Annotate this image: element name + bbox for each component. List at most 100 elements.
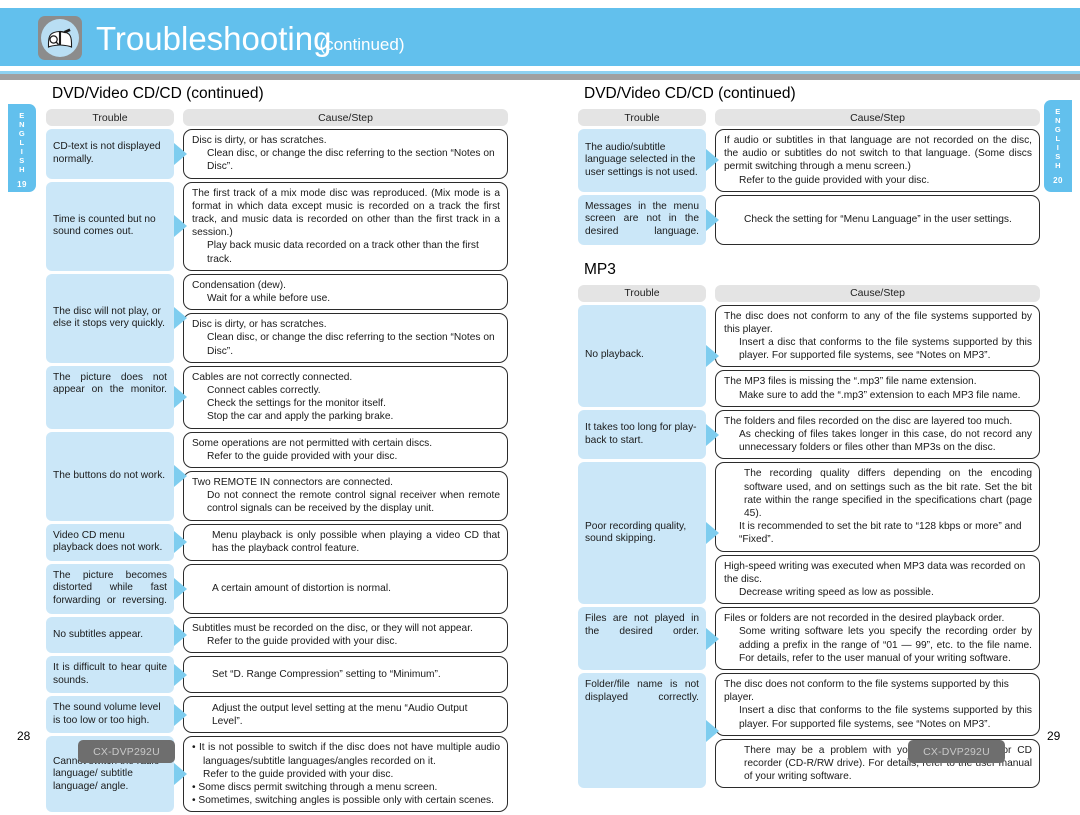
table-row: CD-text is not displayed normally. Disc i… [46,129,508,179]
cause-line: Files or folders are not recorded in the… [724,613,1005,625]
table-row: The picture becomes distorted while fast… [46,563,508,614]
side-tab-letter: L [1055,134,1061,143]
trouble-cell: Video CD menu playback does not work. [46,523,174,561]
cause-line: Insert a disc that conforms to the file … [739,337,1032,362]
cause-column: The disc does not conform to any of the … [715,304,1040,407]
table-row: It is difficult to hear quite sounds. Set… [46,656,508,694]
row-arrow-column [174,182,187,271]
table-row: The disc will not play, or else it stops… [46,273,508,363]
side-tab-letter: N [19,120,25,129]
cause-line: • Sometimes, switching angles is possibl… [192,795,494,807]
side-tab-letter: S [19,156,25,165]
arrow-right-icon [174,763,187,786]
cause-line: Clean disc, or change the disc referring… [207,332,495,357]
row-arrow-column [706,410,719,460]
column-header-trouble: Trouble [578,284,706,302]
table-row: Time is counted but no sound comes out. T… [46,181,508,271]
cause-line: Cables are not correctly connected. [192,371,353,383]
page-title: Troubleshooting(continued) [96,20,405,64]
trouble-text: Video CD menu playback does not work. [53,529,163,554]
cause-column: If audio or subtitles in that language a… [715,129,1040,192]
side-tab-letter: N [1055,116,1061,125]
side-tab-letter: G [18,129,26,138]
trouble-cell: Folder/file name is not displayed correc… [578,673,706,789]
left-page-column: DVD/Video CD/CD (continued) Trouble Caus… [46,80,508,815]
model-badge-left: CX-DVP292U [78,740,175,763]
trouble-text: Poor recording quality, sound skipping. [585,520,687,545]
cause-box: If audio or subtitles in that language a… [715,129,1040,192]
arrow-right-icon [706,719,719,742]
arrow-right-icon [174,307,187,330]
arrow-right-icon [706,522,719,545]
cause-box: Check the setting for “Menu Language” in… [715,194,1040,245]
cause-column: • It is not possible to switch if the di… [183,736,508,813]
trouble-text: The audio/subtitle language selected in … [585,141,698,178]
cause-box: Files or folders are not recorded in the… [715,607,1040,671]
cause-box: Adjust the output level setting at the m… [183,696,508,734]
trouble-cell: Poor recording quality, sound skipping. [578,462,706,605]
cause-line: Adjust the output level setting at the m… [212,702,468,727]
side-tab-letter: I [20,147,24,156]
trouble-cell: It is difficult to hear quite sounds. [46,656,174,694]
cause-column: Files or folders are not recorded in the… [715,607,1040,671]
cause-column: The recording quality differs depending … [715,462,1040,605]
table-row: Folder/file name is not displayed correc… [578,673,1040,789]
cause-line: Connect cables correctly. [207,385,321,397]
trouble-cell: The audio/subtitle language selected in … [578,129,706,192]
cause-line: Disc is dirty, or has scratches. [192,135,327,146]
trouble-text: No subtitles appear. [53,628,144,640]
column-header-cause: Cause/Step [715,109,1040,126]
cause-line: Condensation (dew). [192,279,287,291]
row-arrow-column [174,617,187,653]
side-tab-letter: E [19,111,25,120]
side-tab-letter: I [1056,143,1060,152]
trouble-text: Time is counted but no sound comes out. [53,213,156,238]
arrow-right-icon [174,623,187,646]
trouble-text: The buttons do not work. [53,469,166,481]
trouble-text: It is difficult to hear quite sounds. [53,662,167,686]
trouble-text: No playback. [585,349,644,361]
cause-line: As checking of files takes longer in thi… [739,429,1032,454]
arrow-right-icon [706,208,719,231]
side-index-tab-left: E N G L I S H 19 [8,104,36,192]
section-title-dvd-right: DVD/Video CD/CD (continued) [584,85,796,102]
trouble-text: Files are not played in the desired orde… [585,613,699,637]
table-row: Messages in the menu screen are not in t… [578,194,1040,245]
trouble-text: The picture becomes distorted while fast… [53,569,167,607]
table-row: No subtitles appear. Subtitles must be re… [46,616,508,654]
cause-line: It is recommended to set the bit rate to… [739,521,1022,546]
cause-line: A certain amount of distortion is normal… [212,583,391,595]
side-tab-letter: S [1055,152,1061,161]
troubleshooting-book-icon [38,16,82,60]
column-header-trouble: Trouble [46,109,174,126]
column-header-trouble: Trouble [578,109,706,126]
cause-box: The MP3 files is missing the “.mp3” file… [715,370,1040,407]
section-title-mp3: MP3 [584,260,616,278]
arrow-right-icon [706,344,719,367]
cause-column: Menu playback is only possible when play… [183,523,508,561]
cause-line: Check the setting for “Menu Language” in… [744,214,1012,226]
model-badge-right: CX-DVP292U [908,740,1005,763]
cause-line: The recording quality differs depending … [744,468,1032,520]
row-arrow-column [174,696,187,733]
row-arrow-column [174,274,187,363]
cause-line: • Some discs permit switching through a … [192,782,438,794]
table-row: The picture does not appear on the monit… [46,365,508,429]
trouble-cell: The picture does not appear on the monit… [46,365,174,429]
cause-box: The disc does not conform to the file sy… [715,673,1040,736]
trouble-cell: Time is counted but no sound comes out. [46,181,174,271]
cause-column: Check the setting for “Menu Language” in… [715,194,1040,245]
trouble-text: Folder/file name is not displayed correc… [585,679,699,703]
trouble-cell: No playback. [578,304,706,407]
cause-column: The disc does not conform to the file sy… [715,673,1040,789]
arrow-right-icon [174,577,187,600]
side-tab-page-number: 20 [1053,176,1063,185]
cause-line: Make sure to add the “.mp3” extension to… [739,389,1021,401]
side-tab-letter: E [1055,107,1061,116]
trouble-text: The disc will not play, or else it stops… [53,305,165,330]
row-arrow-column [174,736,187,812]
cause-line: The first track of a mix mode disc was r… [192,187,500,239]
trouble-cell: It takes too long for play-back to start… [578,409,706,460]
cause-box: Cables are not correctly connected. Conne… [183,365,508,429]
cause-line: Some operations are not permitted with c… [192,437,433,449]
